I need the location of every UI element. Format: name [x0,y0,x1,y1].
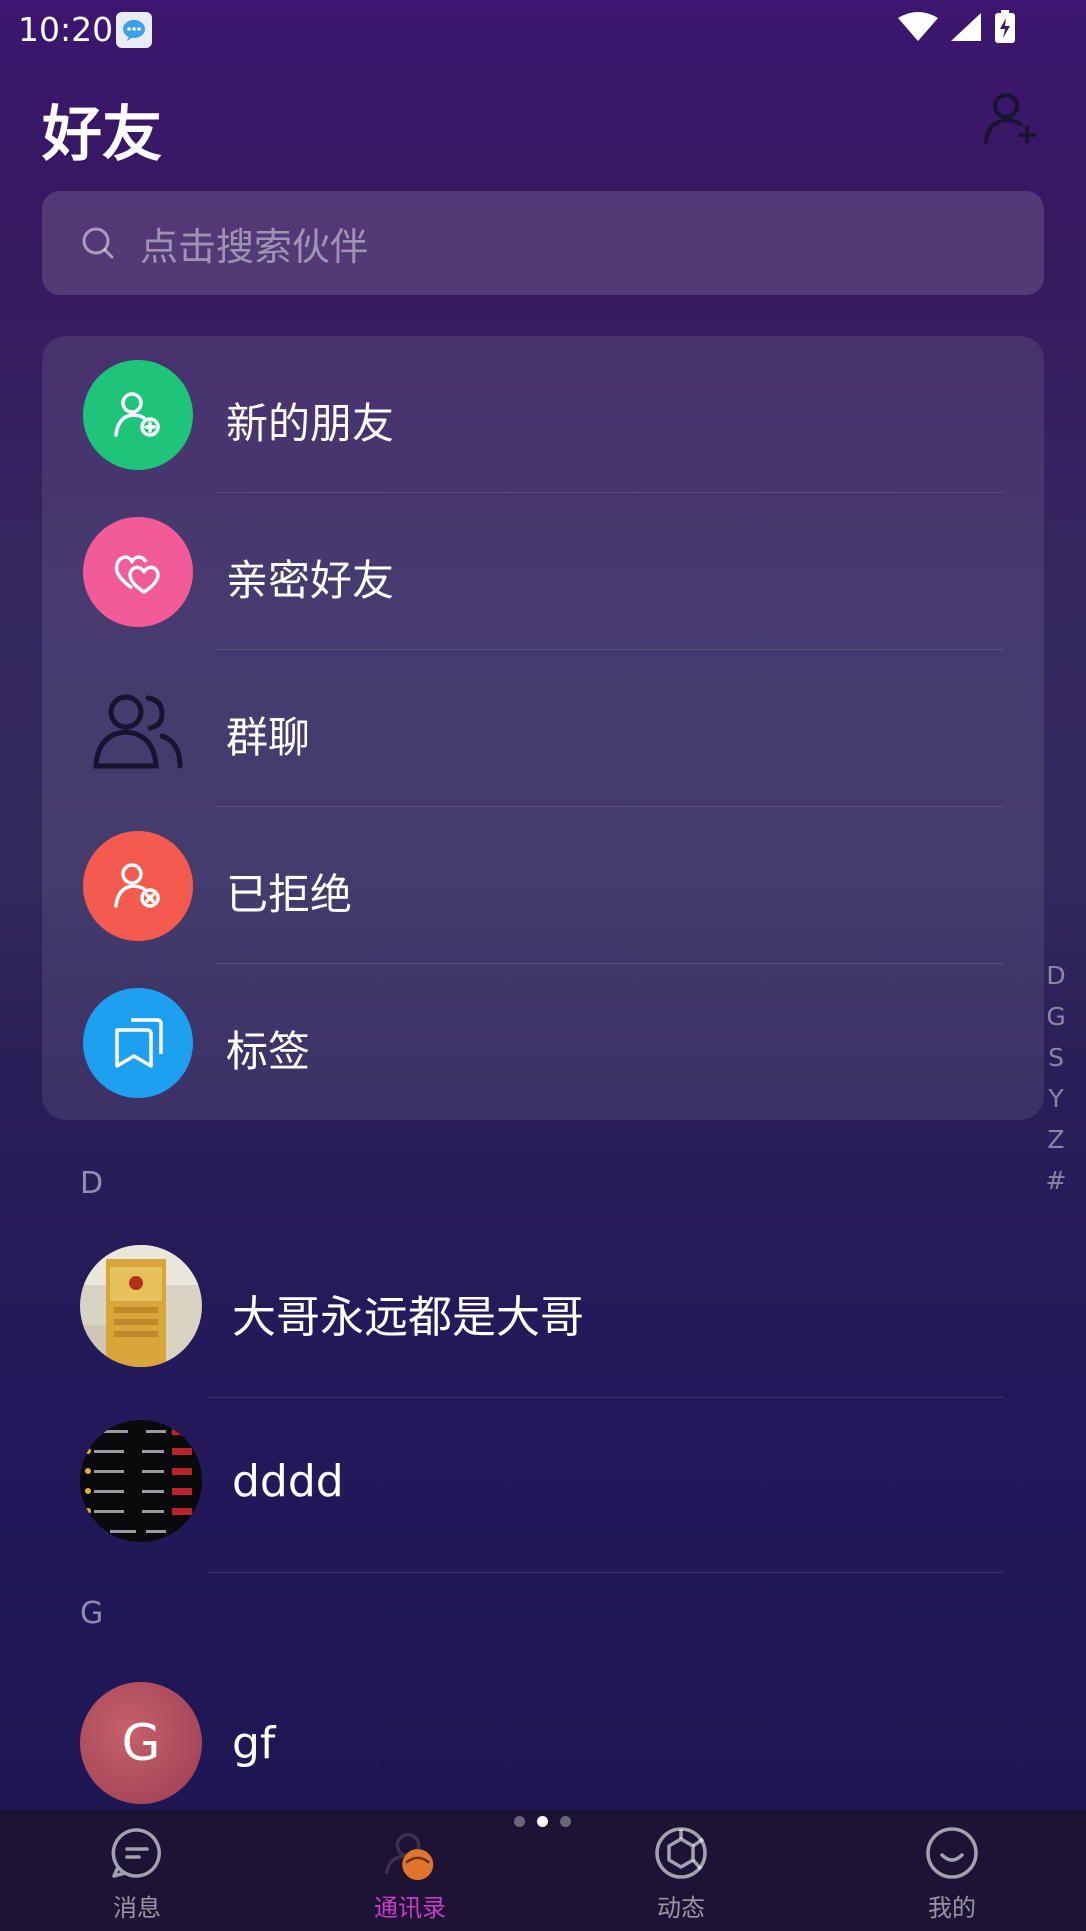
index-letter-y[interactable]: Y [1048,1078,1063,1119]
index-letter-z[interactable]: Z [1047,1119,1064,1160]
battery-icon [994,10,1016,48]
menu-item-close-friends[interactable]: 亲密好友 [42,493,1044,650]
profile-icon [923,1824,981,1882]
menu-item-label: 亲密好友 [226,556,395,605]
contact-name: 大哥永远都是大哥 [232,1292,584,1343]
hearts-icon [83,517,193,627]
chat-notification-icon [116,12,152,48]
page-dot [560,1816,571,1827]
group-icon [83,674,193,784]
status-time: 10:20 [18,10,114,49]
index-letter-g[interactable]: G [1046,996,1065,1037]
search-icon [78,223,118,263]
tab-profile[interactable]: 我的 [852,1810,1052,1931]
page-title: 好友 [42,100,162,170]
status-icons [898,10,1016,48]
search-placeholder: 点击搜索伙伴 [140,224,369,269]
menu-item-tags[interactable]: 标签 [42,964,1044,1121]
moments-icon [652,1824,710,1882]
status-bar: 10:20 [0,0,1086,58]
tab-messages[interactable]: 消息 [37,1810,237,1931]
menu-item-group-chat[interactable]: 群聊 [42,650,1044,807]
section-header-g: G [80,1596,104,1631]
tab-label: 我的 [928,1894,976,1922]
index-letter-s[interactable]: S [1048,1037,1064,1078]
avatar: G [80,1682,202,1804]
index-letter-d[interactable]: D [1046,955,1065,996]
contacts-menu: 新的朋友 亲密好友 群聊 已拒绝 标签 [42,336,1044,1120]
avatar-letter: G [80,1682,202,1804]
divider [208,1572,1004,1573]
page-dot-active [537,1816,548,1827]
contact-row[interactable]: 大哥永远都是大哥 [0,1223,1086,1398]
add-friend-button[interactable] [978,88,1040,150]
contact-row[interactable]: dddd [0,1398,1086,1573]
search-input[interactable]: 点击搜索伙伴 [42,191,1044,295]
alphabet-index[interactable]: D G S Y Z # [1036,955,1076,1201]
index-letter-hash[interactable]: # [1046,1160,1067,1201]
person-add-icon [980,88,1038,150]
menu-item-label: 已拒绝 [226,870,353,919]
person-add-icon [83,360,193,470]
menu-item-label: 群聊 [226,713,311,762]
tab-label: 通讯录 [374,1894,446,1922]
avatar [80,1420,202,1542]
tab-contacts[interactable]: 通讯录 [310,1810,510,1931]
avatar [80,1245,202,1367]
page-indicator [514,1816,571,1827]
contacts-icon [381,1824,439,1882]
tags-icon [83,988,193,1098]
contact-name: dddd [232,1456,344,1507]
signal-icon [950,12,982,46]
tab-moments[interactable]: 动态 [581,1810,781,1931]
contact-row[interactable]: G gf [0,1660,1086,1835]
menu-item-label: 新的朋友 [226,399,395,448]
person-remove-icon [83,831,193,941]
menu-item-label: 标签 [226,1027,311,1076]
contact-name: gf [232,1718,276,1769]
menu-item-new-friends[interactable]: 新的朋友 [42,336,1044,493]
message-icon [108,1824,166,1882]
bottom-tab-bar: 消息 通讯录 动态 我的 [0,1810,1086,1931]
section-header-d: D [80,1166,104,1201]
tab-label: 消息 [113,1894,161,1922]
wifi-icon [898,12,938,46]
tab-label: 动态 [657,1894,705,1922]
page-dot [514,1816,525,1827]
menu-item-rejected[interactable]: 已拒绝 [42,807,1044,964]
